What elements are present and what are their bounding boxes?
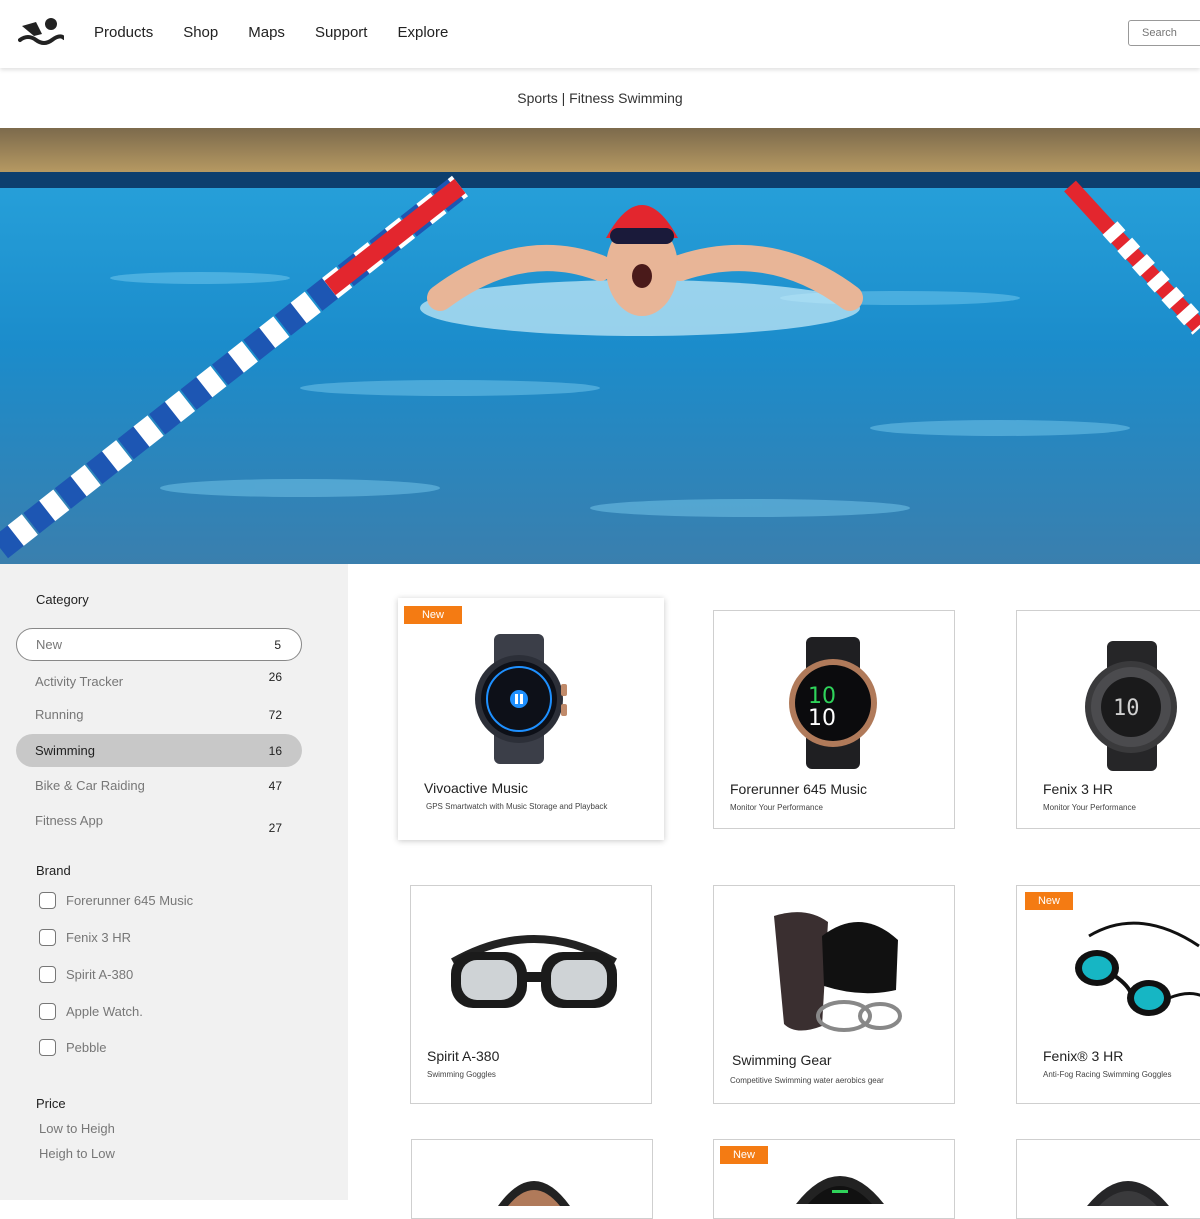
category-count: 47: [268, 778, 282, 793]
checkbox[interactable]: [39, 966, 56, 983]
nav-links: Products Shop Maps Support Explore: [94, 24, 478, 41]
new-badge: New: [404, 606, 462, 624]
filter-sidebar: Category New 5 Activity Tracker 26 Runni…: [0, 564, 348, 1200]
svg-text:10: 10: [808, 706, 836, 731]
nav-support[interactable]: Support: [315, 24, 368, 41]
breadcrumb: Sports | Fitness Swimming: [517, 90, 683, 106]
product-card[interactable]: 10 10 Forerunner 645 Music Monitor Your …: [713, 610, 955, 829]
checkbox[interactable]: [39, 1039, 56, 1056]
product-card[interactable]: [1016, 1139, 1200, 1219]
hero-image: [0, 128, 1200, 564]
category-count: 16: [268, 743, 282, 758]
category-count: 72: [268, 707, 282, 722]
nav-products[interactable]: Products: [94, 24, 153, 41]
product-card[interactable]: New Vivoactive Music GPS Smartwatch with…: [398, 598, 664, 840]
product-card[interactable]: New Fenix® 3 HR Anti-Fog Racing Swimming…: [1016, 885, 1200, 1104]
new-badge: New: [1025, 892, 1073, 910]
category-new[interactable]: New 5: [16, 628, 302, 661]
nav-explore[interactable]: Explore: [397, 24, 448, 41]
new-badge: New: [720, 1146, 768, 1164]
product-name: Spirit A-380: [427, 1048, 500, 1064]
category-fitness-app[interactable]: Fitness App 27: [16, 804, 302, 837]
brand-label: Spirit A-380: [66, 967, 134, 982]
product-card[interactable]: Spirit A-380 Swimming Goggles: [410, 885, 652, 1104]
brand-label: Apple Watch.: [66, 1004, 143, 1019]
product-description: Monitor Your Performance: [1043, 803, 1136, 812]
product-name: Fenix 3 HR: [1043, 781, 1114, 797]
product-description: Monitor Your Performance: [730, 803, 823, 812]
product-description: Competitive Swimming water aerobics gear: [730, 1076, 884, 1085]
swim-gear-image: [774, 912, 902, 1032]
price-title: Price: [36, 1096, 66, 1111]
brand-title: Brand: [36, 863, 71, 878]
goggles-image: [451, 935, 617, 1008]
category-activity-tracker[interactable]: Activity Tracker 26: [16, 660, 302, 693]
category-count: 27: [268, 820, 282, 835]
smartwatch-image: [498, 1181, 570, 1206]
product-name: Forerunner 645 Music: [730, 781, 867, 797]
brand-pebble[interactable]: Pebble: [39, 1039, 106, 1056]
checkbox[interactable]: [39, 892, 56, 909]
product-description: GPS Smartwatch with Music Storage and Pl…: [426, 802, 608, 811]
swimmer-logo-icon[interactable]: [18, 14, 64, 50]
category-count: 26: [268, 669, 282, 684]
product-description: Anti-Fog Racing Swimming Goggles: [1043, 1070, 1172, 1079]
top-nav: Products Shop Maps Support Explore: [0, 0, 1200, 68]
checkbox[interactable]: [39, 1003, 56, 1020]
checkbox[interactable]: [39, 929, 56, 946]
product-name: Vivoactive Music: [424, 780, 529, 796]
product-card[interactable]: New: [713, 1139, 955, 1219]
price-high-to-low[interactable]: Heigh to Low: [39, 1146, 115, 1161]
category-label: Swimming: [35, 743, 95, 758]
product-card[interactable]: [411, 1139, 653, 1219]
brand-forerunner[interactable]: Forerunner 645 Music: [39, 892, 193, 909]
smartwatch-image: [796, 1176, 884, 1204]
smartwatch-image: [475, 634, 567, 764]
brand-apple-watch[interactable]: Apple Watch.: [39, 1003, 143, 1020]
smartwatch-image: 10 10: [789, 637, 877, 769]
brand-spirit[interactable]: Spirit A-380: [39, 966, 133, 983]
category-label: Running: [35, 707, 84, 722]
price-low-to-high[interactable]: Low to Heigh: [39, 1121, 115, 1136]
nav-shop[interactable]: Shop: [183, 24, 218, 41]
smartwatch-image: 10: [1085, 641, 1177, 771]
smartwatch-image: [1087, 1181, 1169, 1206]
category-label: Activity Tracker: [35, 674, 124, 689]
brand-fenix[interactable]: Fenix 3 HR: [39, 929, 131, 946]
nav-maps[interactable]: Maps: [248, 24, 285, 41]
svg-text:10: 10: [1113, 696, 1140, 721]
category-label: Fitness App: [35, 813, 103, 828]
brand-label: Fenix 3 HR: [66, 930, 132, 945]
category-swimming[interactable]: Swimming 16: [16, 734, 302, 767]
category-bike-car[interactable]: Bike & Car Raiding 47: [16, 769, 302, 802]
product-card[interactable]: 10 Fenix 3 HR Monitor Your Performance: [1016, 610, 1200, 829]
category-running[interactable]: Running 72: [16, 698, 302, 731]
racing-goggles-image: [1075, 921, 1200, 1016]
product-name: Fenix® 3 HR: [1043, 1048, 1124, 1064]
product-description: Swimming Goggles: [427, 1070, 496, 1079]
category-label: New: [36, 637, 63, 652]
product-card[interactable]: Swimming Gear Competitive Swimming water…: [713, 885, 955, 1104]
category-label: Bike & Car Raiding: [35, 778, 145, 793]
category-title: Category: [36, 592, 89, 607]
brand-label: Pebble: [66, 1040, 107, 1055]
brand-label: Forerunner 645 Music: [66, 893, 194, 908]
category-count: 5: [274, 637, 281, 652]
product-name: Swimming Gear: [732, 1052, 832, 1068]
search-input[interactable]: [1128, 20, 1200, 46]
